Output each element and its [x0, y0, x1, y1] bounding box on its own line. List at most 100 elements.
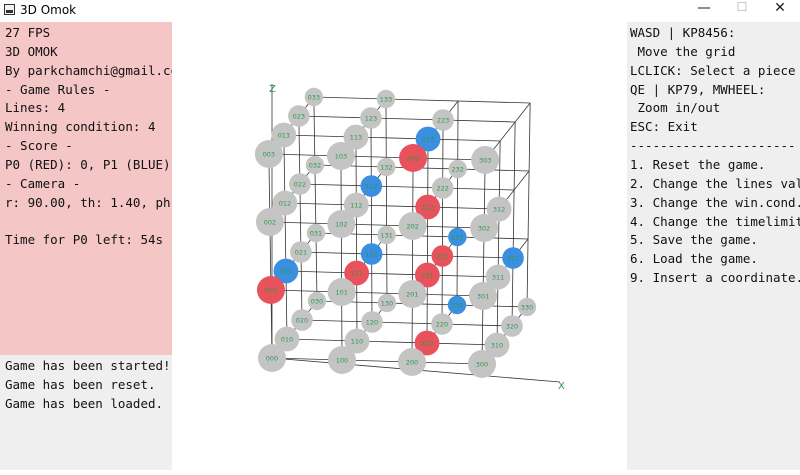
log-line: Game has been reset.: [5, 377, 156, 392]
grid-line: [283, 134, 501, 142]
grid-node-122[interactable]: 122: [360, 175, 383, 197]
author-line: By parkchamchi@gmail.com: [5, 63, 186, 78]
grid-node-321[interactable]: 321: [502, 247, 524, 269]
log-line: Game has been started!: [5, 358, 171, 373]
grid-line: [270, 289, 484, 297]
node-label: 030: [311, 298, 323, 306]
grid-node-223[interactable]: 223: [432, 109, 454, 131]
grid-node-203[interactable]: 203: [399, 144, 428, 172]
grid-line: [481, 159, 486, 365]
grid-node-101[interactable]: 101: [327, 278, 356, 306]
grid-node-023[interactable]: 023: [288, 105, 310, 127]
node-label: 321: [507, 255, 519, 263]
grid-line: [385, 98, 388, 304]
node-label: 221: [436, 253, 448, 261]
menu-option: 2. Change the lines value.: [630, 176, 800, 191]
grid-node-202[interactable]: 202: [398, 212, 427, 240]
grid-node-130[interactable]: 130: [377, 293, 397, 313]
grid-node-222[interactable]: 222: [431, 177, 454, 199]
node-label: 211: [421, 272, 433, 280]
node-label: 000: [266, 355, 278, 363]
grid-node-120[interactable]: 120: [361, 311, 383, 333]
fps-counter: 27 FPS: [5, 25, 51, 40]
grid-node-133[interactable]: 133: [376, 89, 396, 109]
node-label: 131: [380, 232, 392, 240]
grid-line: [355, 136, 358, 342]
grid-node-123[interactable]: 123: [360, 107, 382, 129]
omok-board-3d[interactable]: Z X 030 130 230 330 031 131 231 032 132 232 033 133 0…: [172, 22, 627, 470]
grid-node-132[interactable]: 132: [377, 157, 396, 177]
help-line: LCLICK: Select a piece: [630, 63, 796, 78]
grid-node-201[interactable]: 201: [398, 280, 427, 308]
grid-node-033[interactable]: 033: [304, 87, 324, 107]
grid-line: [526, 102, 531, 308]
grid-node-221[interactable]: 221: [431, 245, 454, 267]
menu-option: 3. Change the win.cond.: [630, 195, 800, 210]
grid-line: [300, 251, 514, 259]
grid-line: [284, 202, 500, 210]
grid-node-232[interactable]: 232: [448, 159, 467, 179]
node-label: 033: [308, 94, 320, 102]
grid-node-031[interactable]: 031: [306, 223, 326, 243]
grid-node-121[interactable]: 121: [360, 243, 383, 265]
grid-node-103[interactable]: 103: [326, 142, 355, 170]
node-label: 100: [336, 357, 348, 365]
grid-node-000[interactable]: 000: [258, 344, 286, 372]
help-line: QE | KP79, MWHEEL:: [630, 82, 766, 97]
menu-option: 4. Change the timelimit.: [630, 214, 800, 229]
grid-node-320[interactable]: 320: [501, 315, 523, 337]
node-label: 202: [406, 223, 418, 231]
node-label: 011: [280, 268, 292, 276]
grid-node-230[interactable]: 230: [447, 295, 467, 315]
help-line: WASD | KP8456:: [630, 25, 736, 40]
node-label: 130: [381, 300, 393, 308]
node-label: 101: [335, 289, 347, 297]
rules-heading: - Game Rules -: [5, 82, 111, 97]
grid-node-301[interactable]: 301: [469, 282, 498, 310]
node-label: 301: [477, 293, 489, 301]
grid-node-032[interactable]: 032: [305, 155, 325, 175]
node-label: 022: [294, 181, 306, 189]
grid-node-220[interactable]: 220: [431, 313, 453, 335]
node-label: 212: [421, 204, 433, 212]
grid-node-200[interactable]: 200: [398, 348, 426, 376]
score-line: P0 (RED): 0, P1 (BLUE): 0: [5, 157, 194, 172]
grid-node-102[interactable]: 102: [327, 210, 356, 238]
maximize-button[interactable]: ☐: [724, 0, 760, 22]
close-button[interactable]: ✕: [762, 0, 798, 22]
grid-node-003[interactable]: 003: [254, 140, 283, 168]
log-panel: Game has been started! Game has been res…: [0, 355, 172, 470]
game-viewport[interactable]: Z X 030 130 230 330 031 131 231 032 132 232 033 133 0…: [172, 22, 627, 470]
grid-node-002[interactable]: 002: [255, 208, 284, 236]
grid-node-330[interactable]: 330: [517, 297, 537, 317]
grid-node-302[interactable]: 302: [470, 214, 499, 242]
grid-node-021[interactable]: 021: [290, 241, 312, 263]
grid-node-131[interactable]: 131: [377, 225, 396, 245]
grid-node-030[interactable]: 030: [307, 291, 327, 311]
grid-node-300[interactable]: 300: [468, 350, 496, 378]
node-label: 201: [406, 291, 418, 299]
node-label: 220: [436, 321, 448, 329]
minimize-button[interactable]: —: [686, 0, 722, 22]
grid-node-022[interactable]: 022: [289, 173, 311, 195]
time-left: Time for P0 left: 54s: [5, 232, 164, 247]
node-label: 230: [451, 302, 463, 310]
grid-node-303[interactable]: 303: [471, 146, 500, 174]
z-axis-label: Z: [269, 84, 276, 95]
lines-value: Lines: 4: [5, 100, 66, 115]
grid-node-100[interactable]: 100: [328, 346, 356, 374]
menu-option: 5. Save the game.: [630, 232, 758, 247]
grid-line: [426, 138, 429, 344]
node-label: 302: [478, 225, 490, 233]
node-label: 032: [309, 162, 321, 170]
grid-line: [301, 319, 513, 327]
node-label: 311: [492, 274, 504, 282]
node-label: 122: [365, 183, 377, 191]
grid-line: [298, 115, 303, 321]
node-label: 213: [422, 136, 434, 144]
node-label: 320: [506, 323, 518, 331]
grid-node-231[interactable]: 231: [448, 227, 467, 247]
grid-line: [286, 338, 498, 346]
grid-node-001[interactable]: 001: [256, 276, 285, 304]
grid-node-020[interactable]: 020: [291, 309, 313, 331]
